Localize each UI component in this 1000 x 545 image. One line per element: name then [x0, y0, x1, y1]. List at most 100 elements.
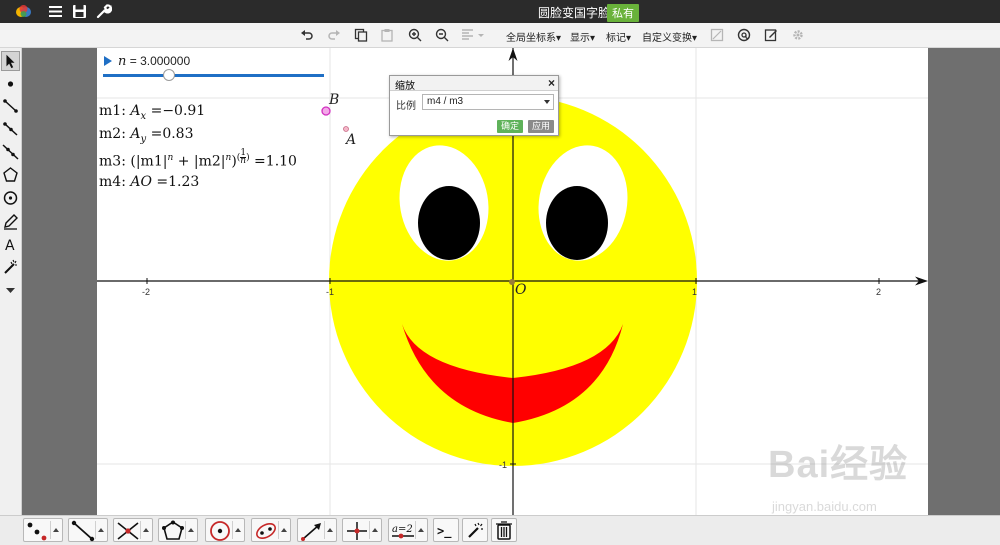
- snapshot-icon[interactable]: [710, 28, 724, 42]
- watermark-brand: Bai经验: [768, 444, 909, 486]
- ratio-select-value: m4 / m3: [427, 96, 464, 107]
- m1-sub: x: [140, 110, 147, 122]
- x-tick-label-minus1: -1: [326, 287, 335, 297]
- chevron-up-icon: [281, 528, 287, 532]
- translate-icon: [347, 522, 367, 540]
- left-tool-panel: A: [0, 48, 22, 515]
- polygon-icon: [162, 520, 184, 540]
- svg-text:A: A: [5, 238, 15, 254]
- y-tick-label-minus1: -1: [499, 460, 508, 470]
- global-coordinate-menu[interactable]: 全局坐标系▾: [506, 29, 561, 44]
- conic-group-button[interactable]: [251, 518, 291, 542]
- zoom-in-icon[interactable]: [408, 28, 422, 42]
- settings-icon[interactable]: [791, 28, 805, 42]
- chevron-up-icon: [143, 528, 149, 532]
- mark-menu[interactable]: 标记▾: [606, 29, 631, 44]
- measurement-m1[interactable]: m1: Ax =−0.91: [99, 103, 205, 122]
- paste-icon[interactable]: [380, 28, 394, 42]
- text-tool-icon[interactable]: A: [1, 234, 20, 254]
- circle-tool-icon[interactable]: [1, 188, 20, 208]
- circle-icon: [210, 521, 230, 541]
- script-label: >_: [437, 524, 452, 539]
- x-tick-label-1: 1: [692, 287, 698, 297]
- chevron-up-icon: [327, 528, 333, 532]
- magic-wand-icon: [468, 522, 483, 538]
- align-icon[interactable]: [461, 28, 485, 42]
- m1-name: m1: [99, 103, 122, 119]
- display-menu[interactable]: 显示▾: [570, 29, 595, 44]
- m1-value: −0.91: [162, 103, 206, 119]
- circle-group-button[interactable]: [205, 518, 245, 542]
- m3-term-b: m2: [198, 153, 221, 170]
- custom-transform-menu[interactable]: 自定义变换▾: [642, 29, 697, 44]
- point-b[interactable]: [321, 106, 331, 116]
- pointer-tool-icon[interactable]: [1, 51, 20, 71]
- left-pupil[interactable]: [418, 186, 480, 260]
- save-icon[interactable]: [71, 3, 88, 20]
- m4-expr: AO: [130, 174, 152, 190]
- intersection-icon: [117, 522, 139, 540]
- point-tool-icon[interactable]: [1, 74, 20, 94]
- m2-sub: y: [140, 133, 147, 145]
- m4-value: 1.23: [168, 174, 200, 190]
- measurement-m4[interactable]: m4: AO =1.23: [99, 174, 199, 190]
- magic-tool-icon[interactable]: [1, 257, 20, 277]
- app-logo-icon[interactable]: [15, 3, 32, 20]
- measurement-m3[interactable]: m3: (|m1|n + |m2|n)(1 n) =1.10: [99, 149, 297, 170]
- scale-dialog-header[interactable]: 缩放 ×: [390, 76, 558, 92]
- zoom-out-icon[interactable]: [435, 28, 449, 42]
- close-icon[interactable]: ×: [548, 76, 555, 90]
- app-window: 圆脸变国字脸 私有 全局坐标系▾ 显示▾ 标记▾ 自定义变换▾ A -2 -1 …: [0, 0, 1000, 545]
- menu-icon[interactable]: [47, 3, 64, 20]
- baidu-watermark: Bai经验 jingyan.baidu.com: [760, 433, 960, 525]
- redo-icon[interactable]: [327, 28, 341, 42]
- point-o-label: O: [515, 282, 527, 298]
- document-title: 圆脸变国字脸: [538, 6, 611, 20]
- chevron-up-icon: [53, 528, 59, 532]
- x-tick-label-minus2: -2: [142, 287, 151, 297]
- vector-icon: [301, 523, 321, 541]
- vector-group-button[interactable]: [297, 518, 337, 542]
- undo-icon[interactable]: [300, 28, 314, 42]
- scale-dialog: 缩放 × 比例 m4 / m3 确定 应用: [389, 75, 559, 136]
- edit-icon[interactable]: [764, 28, 778, 42]
- ellipse-icon: [256, 522, 276, 540]
- delete-button[interactable]: [491, 518, 517, 542]
- intersection-group-button[interactable]: [113, 518, 153, 542]
- pencil-tool-icon[interactable]: [1, 211, 20, 231]
- point-a-label: A: [346, 132, 357, 148]
- segment-group-button[interactable]: [68, 518, 108, 542]
- ratio-select[interactable]: m4 / m3: [422, 94, 554, 110]
- magic-wand-button[interactable]: [462, 518, 488, 542]
- scale-dialog-title: 缩放: [395, 81, 415, 92]
- measurement-m2[interactable]: m2: Ay =0.83: [99, 126, 194, 145]
- point-group-button[interactable]: [23, 518, 63, 542]
- private-badge[interactable]: 私有: [607, 4, 639, 22]
- transform-group-button[interactable]: [342, 518, 382, 542]
- polygon-group-button[interactable]: [158, 518, 198, 542]
- link-icon[interactable]: [737, 28, 751, 42]
- watermark-url: jingyan.baidu.com: [772, 499, 877, 514]
- slider-value: 3.000000: [140, 54, 191, 68]
- wrench-icon[interactable]: [95, 3, 112, 20]
- apply-button[interactable]: 应用: [528, 120, 555, 133]
- parameter-group-button[interactable]: a=2: [388, 518, 428, 542]
- ray-tool-icon[interactable]: [1, 119, 20, 139]
- point-b-label: B: [329, 92, 340, 108]
- copy-icon[interactable]: [354, 28, 368, 42]
- right-pupil[interactable]: [546, 186, 608, 260]
- point-a[interactable]: [343, 126, 349, 132]
- slider-equals: =: [126, 54, 141, 68]
- line-tool-icon[interactable]: [1, 142, 20, 162]
- script-button[interactable]: >_: [433, 518, 459, 542]
- left-margin: [22, 48, 97, 515]
- polygon-tool-icon[interactable]: [1, 165, 20, 185]
- m3-frac-den: n: [240, 156, 247, 166]
- slider-track[interactable]: [103, 74, 324, 77]
- ok-button[interactable]: 确定: [497, 120, 524, 133]
- play-icon[interactable]: [104, 56, 112, 66]
- more-tools-icon[interactable]: [1, 280, 20, 300]
- m3-exp-a: n: [167, 153, 174, 163]
- segment-tool-icon[interactable]: [1, 96, 20, 116]
- points-icon: [27, 522, 47, 541]
